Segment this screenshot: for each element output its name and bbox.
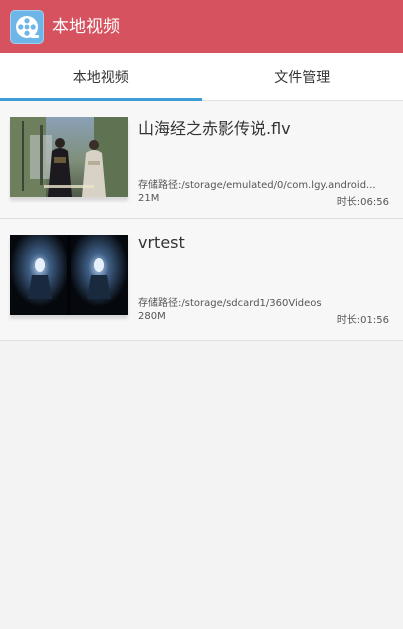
tab-local-videos[interactable]: 本地视频 xyxy=(0,53,202,101)
video-size: 280M xyxy=(138,311,166,322)
film-reel-icon xyxy=(10,9,44,44)
video-path: 存储路径:/storage/sdcard1/360Videos xyxy=(138,298,322,309)
title-bar: 本地视频 xyxy=(0,0,403,53)
app-root: 本地视频 本地视频 文件管理 山海经之赤影传说.flv 存储路径:/storag… xyxy=(0,0,403,629)
video-path: 存储路径:/storage/emulated/0/com.lgy.android… xyxy=(138,180,376,191)
video-size: 21M xyxy=(138,193,160,204)
video-duration: 时长:06:56 xyxy=(336,197,389,208)
tab-label: 文件管理 xyxy=(274,69,331,86)
video-title: 山海经之赤影传说.flv xyxy=(138,119,291,138)
tab-label: 本地视频 xyxy=(72,69,129,86)
tab-bar: 本地视频 文件管理 xyxy=(0,53,403,101)
app-title: 本地视频 xyxy=(52,16,120,37)
video-title: vrtest xyxy=(138,233,185,252)
video-thumbnail xyxy=(10,235,128,315)
video-duration: 时长:01:56 xyxy=(336,315,389,326)
video-list-item[interactable]: vrtest 存储路径:/storage/sdcard1/360Videos 2… xyxy=(0,219,403,341)
tab-file-manager[interactable]: 文件管理 xyxy=(202,53,403,100)
video-list: 山海经之赤影传说.flv 存储路径:/storage/emulated/0/co… xyxy=(0,101,403,341)
video-list-item[interactable]: 山海经之赤影传说.flv 存储路径:/storage/emulated/0/co… xyxy=(0,101,403,219)
video-thumbnail xyxy=(10,117,128,197)
